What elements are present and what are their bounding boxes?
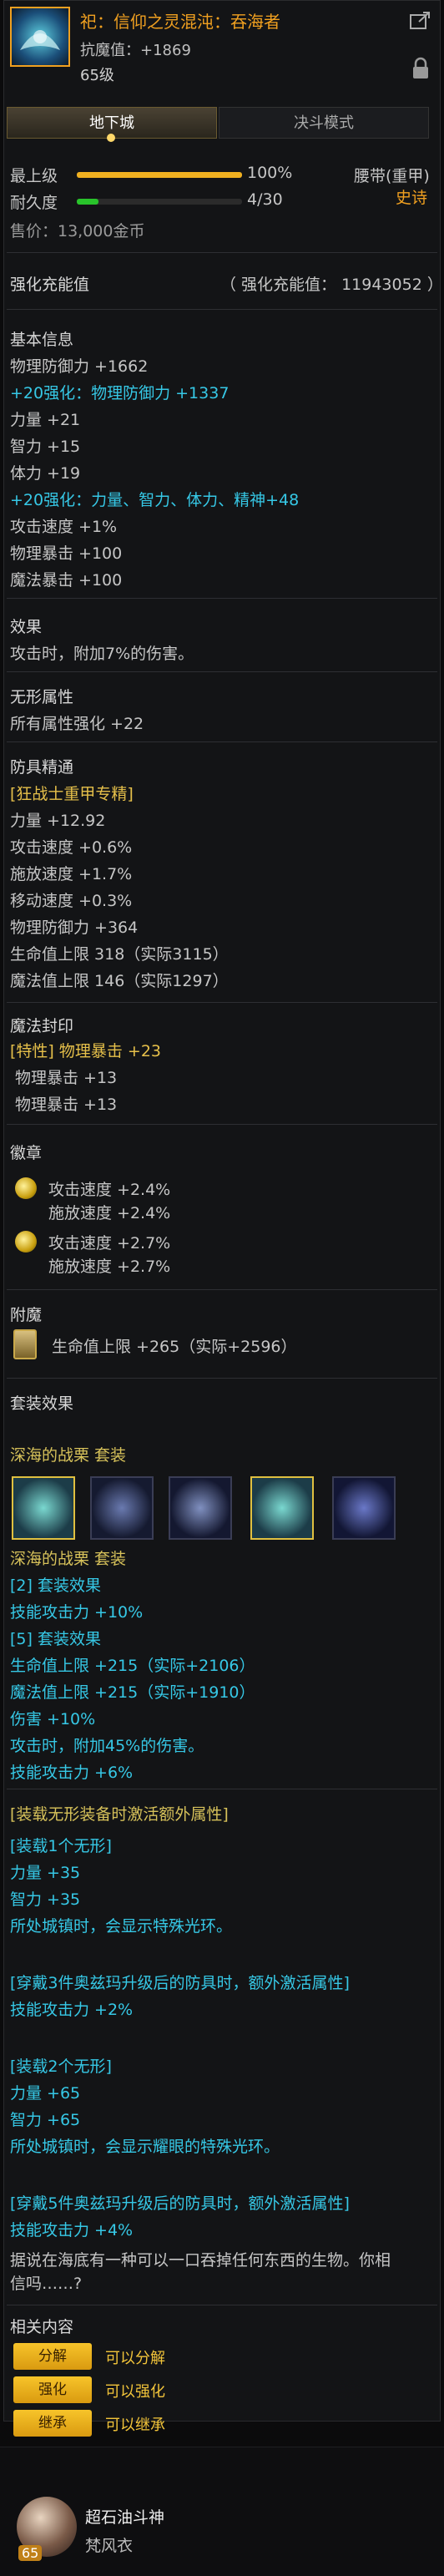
- set-effect-line: 魔法值上限 +215（实际+1910）: [10, 1683, 255, 1702]
- set-item-slot[interactable]: [90, 1476, 154, 1540]
- item-icon: [10, 7, 70, 67]
- formless-set-line: 力量 +65: [10, 2084, 81, 2103]
- formless-set-line: 力量 +35: [10, 1864, 81, 1882]
- disassemble-button[interactable]: 分解: [13, 2343, 92, 2370]
- flavor-text: 信吗……?: [10, 2275, 83, 2293]
- emblem-line: 施放速度 +2.4%: [48, 1204, 171, 1222]
- set-name-2: 深海的战栗 套装: [10, 1550, 127, 1568]
- mastery-title: 防具精通: [10, 758, 74, 777]
- basic-stat-line: 力量 +21: [10, 411, 81, 429]
- sell-price: 售价：13,000金币: [10, 222, 145, 240]
- set-effect-line: 攻击时，附加45%的伤害。: [10, 1737, 204, 1755]
- effect-title: 效果: [10, 618, 43, 636]
- basic-stat-line: 攻击速度 +1%: [10, 518, 118, 536]
- emblem-title: 徽章: [10, 1144, 43, 1162]
- set-effect-line: 伤害 +10%: [10, 1710, 96, 1728]
- seal-line: 物理暴击 +13: [15, 1096, 118, 1114]
- disassemble-desc: 可以分解: [105, 2350, 165, 2367]
- item-name: 祀：信仰之灵混沌：吞海者: [80, 12, 280, 32]
- set-effect-line: 技能攻击力 +10%: [10, 1603, 144, 1622]
- basic-stat-line: 物理防御力 +1662: [10, 357, 149, 376]
- set-effect-line: [5] 套装效果: [10, 1630, 101, 1648]
- emblem-line: 攻击速度 +2.7%: [48, 1234, 171, 1253]
- seal-line: 物理暴击 +13: [15, 1069, 118, 1087]
- lock-icon[interactable]: [411, 57, 431, 80]
- set-item-slot[interactable]: [169, 1476, 232, 1540]
- formless-set-line: [装载1个无形]: [10, 1837, 112, 1855]
- mastery-line: 移动速度 +0.3%: [10, 892, 133, 910]
- avatar-level: 65: [18, 2545, 43, 2561]
- item-type: 腰带(重甲): [354, 167, 430, 185]
- inherit-button[interactable]: 继承: [13, 2410, 92, 2437]
- basic-stat-line: 魔法暴击 +100: [10, 571, 123, 590]
- effect-text: 攻击时，附加7%的伤害。: [10, 645, 194, 663]
- set-title: 套装效果: [10, 1394, 74, 1413]
- formless-text: 所有属性强化 +22: [10, 715, 144, 733]
- seal-special: [特性] 物理暴击 +23: [10, 1042, 162, 1060]
- enhance-button[interactable]: 强化: [13, 2376, 92, 2403]
- set-item-slot[interactable]: [12, 1476, 75, 1540]
- inherit-desc: 可以继承: [105, 2417, 165, 2434]
- basic-info-title: 基本信息: [10, 331, 74, 349]
- enhance-value: （ 强化充能值： 11943052 ）: [220, 276, 443, 294]
- formless-set-line: 技能攻击力 +2%: [10, 2001, 134, 2019]
- durability-bar: [77, 199, 242, 205]
- basic-stat-line: 体力 +19: [10, 464, 81, 483]
- item-level: 65级: [80, 67, 114, 84]
- enchant-text: 生命值上限 +265（实际+2596）: [52, 1338, 297, 1356]
- enchant-title: 附魔: [10, 1306, 43, 1324]
- durability-value: 4/30: [247, 190, 283, 209]
- formless-set-line: [穿戴5件奥兹玛升级后的防具时，额外激活属性]: [10, 2194, 350, 2213]
- basic-stat-line: +20强化：物理防御力 +1337: [10, 384, 230, 402]
- set-name: 深海的战栗 套装: [10, 1446, 127, 1465]
- basic-stat-line: +20强化：力量、智力、体力、精神+48: [10, 491, 300, 509]
- formless-set-line: 智力 +65: [10, 2111, 81, 2129]
- tab-active-indicator: [107, 134, 115, 142]
- tab-duel[interactable]: 决斗模式: [219, 107, 429, 139]
- related-title: 相关内容: [10, 2318, 74, 2336]
- anti-magic-value: 抗魔值：+1869: [80, 42, 191, 59]
- emblem-line: 攻击速度 +2.4%: [48, 1181, 171, 1199]
- upgrade-label: 最上级: [10, 167, 58, 185]
- formless-title: 无形属性: [10, 688, 74, 706]
- formless-set-line: [穿戴3件奥兹玛升级后的防具时，额外激活属性]: [10, 1974, 350, 1992]
- enhance-title: 强化充能值: [10, 276, 90, 294]
- share-icon[interactable]: [409, 10, 432, 32]
- set-effect-line: [2] 套装效果: [10, 1576, 101, 1595]
- upgrade-percent: 100%: [247, 164, 293, 182]
- item-rarity: 史诗: [396, 189, 428, 207]
- durability-bar-fill: [77, 199, 99, 205]
- formless-set-line: [装载2个无形]: [10, 2057, 112, 2076]
- mastery-line: 魔法值上限 146（实际1297）: [10, 972, 229, 990]
- mastery-line: 物理防御力 +364: [10, 919, 139, 937]
- emblem-icon: [15, 1177, 37, 1199]
- basic-stat-line: 智力 +15: [10, 438, 81, 456]
- mastery-line: [狂战士重甲专精]: [10, 785, 134, 803]
- formless-set-line: 智力 +35: [10, 1890, 81, 1909]
- enchant-card-icon: [13, 1329, 37, 1359]
- formless-set-line: 所处城镇时，会显示特殊光环。: [10, 1917, 233, 1936]
- basic-stat-line: 物理暴击 +100: [10, 544, 123, 563]
- durability-label: 耐久度: [10, 194, 58, 212]
- formless-set-line: 技能攻击力 +4%: [10, 2221, 134, 2239]
- flavor-text: 据说在海底有一种可以一口吞掉任何东西的生物。你相: [10, 2251, 391, 2270]
- mastery-line: 攻击速度 +0.6%: [10, 838, 133, 857]
- seal-title: 魔法封印: [10, 1017, 74, 1035]
- character-name: 超石油斗神: [85, 2508, 165, 2527]
- character-sub: 梵风衣: [85, 2537, 134, 2555]
- set-effect-line: 生命值上限 +215（实际+2106）: [10, 1657, 255, 1675]
- formless-set-line: 所处城镇时，会显示耀眼的特殊光环。: [10, 2138, 280, 2156]
- set-effect-line: 技能攻击力 +6%: [10, 1764, 134, 1782]
- set-item-slot[interactable]: [332, 1476, 396, 1540]
- formless-set-title: [装载无形装备时激活额外属性]: [10, 1805, 229, 1824]
- upgrade-bar-fill: [77, 172, 242, 178]
- mastery-line: 生命值上限 318（实际3115）: [10, 945, 229, 964]
- emblem-icon: [15, 1231, 37, 1253]
- set-item-slot[interactable]: [250, 1476, 314, 1540]
- emblem-line: 施放速度 +2.7%: [48, 1258, 171, 1276]
- mastery-line: 施放速度 +1.7%: [10, 865, 133, 883]
- enhance-desc: 可以强化: [105, 2383, 165, 2401]
- mastery-line: 力量 +12.92: [10, 812, 106, 830]
